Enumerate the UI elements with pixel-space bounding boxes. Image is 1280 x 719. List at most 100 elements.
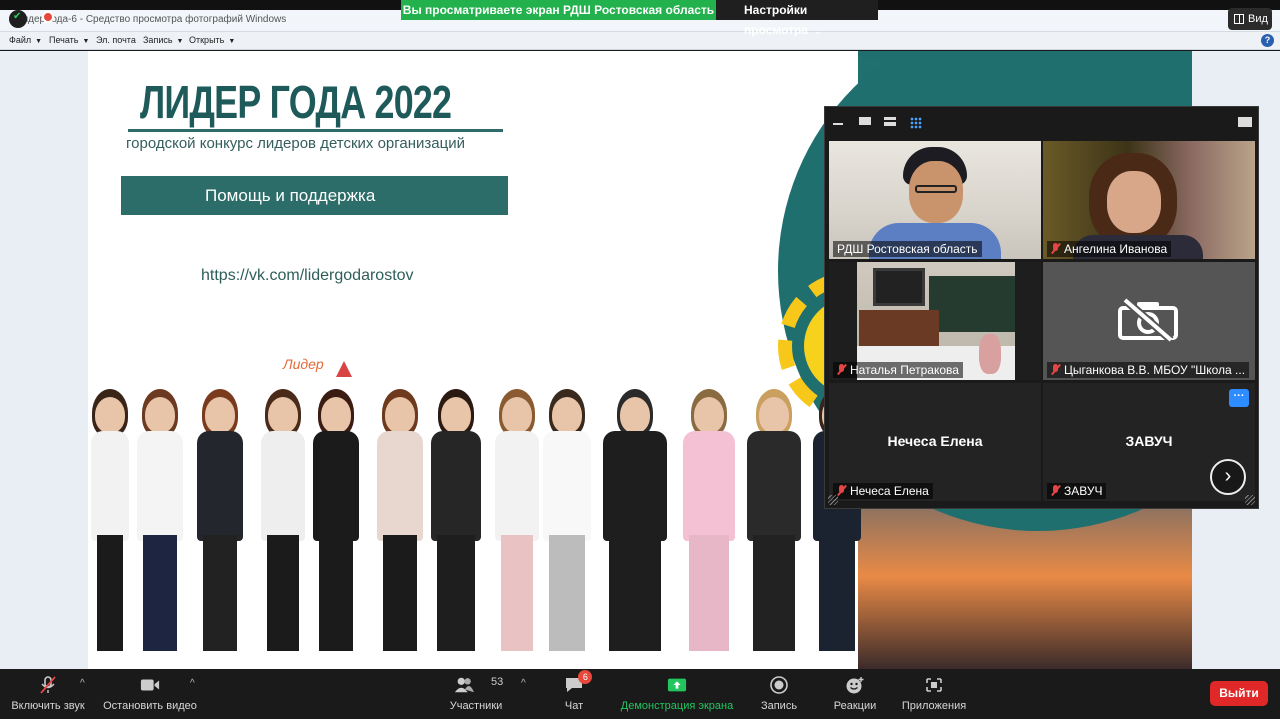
person-figure [540, 369, 594, 669]
unmute-button[interactable]: Включить звук [0, 669, 96, 719]
video-gallery-panel: РДШ Ростовская область Ангелина Иванова На… [824, 106, 1259, 509]
participants-label: Участники [449, 700, 503, 712]
chat-button[interactable]: 6 Чат [552, 669, 596, 719]
record-button[interactable]: Запись [754, 669, 804, 719]
help-support-box: Помощь и поддержка [121, 176, 508, 215]
exit-minimized-icon[interactable] [1238, 117, 1252, 127]
person-figure [258, 369, 308, 669]
person-figure [310, 369, 362, 669]
record-icon [770, 676, 788, 694]
participant-name: Наталья Петракова [850, 363, 959, 377]
participants-icon [454, 677, 474, 693]
thumbnail-view-icon[interactable] [859, 117, 871, 125]
reactions-button[interactable]: Реакции [828, 669, 882, 719]
resize-handle-right[interactable] [1245, 495, 1255, 505]
menu-burn-label: Запись [143, 35, 173, 45]
resize-handle-left[interactable] [828, 495, 838, 505]
chevron-down-icon: ▼ [82, 38, 90, 45]
menu-open-label: Открыть [189, 35, 225, 45]
reactions-smiley-icon [846, 677, 864, 694]
share-screen-label: Демонстрация экрана [620, 700, 734, 712]
participant-display-name: Нечеса Елена [887, 433, 983, 449]
participant-name-label: Ангелина Иванова [1047, 241, 1172, 257]
audio-options-caret[interactable]: ^ [80, 678, 85, 689]
participants-count: 53 [491, 676, 504, 688]
security-shield-icon[interactable] [9, 10, 27, 28]
view-options-label: Настройки просмотра [744, 3, 809, 37]
leave-button[interactable]: Выйти [1210, 681, 1268, 706]
person-figure [194, 369, 246, 669]
participant-name-label: РДШ Ростовская область [833, 241, 982, 257]
person-figure [600, 369, 670, 669]
speaker-view-icon[interactable] [884, 117, 896, 126]
camera-off-icon [1118, 298, 1178, 342]
menu-file[interactable]: Файл ▼ [9, 35, 42, 45]
participant-name-label: ЗАВУЧ [1047, 483, 1107, 499]
menu-print-label: Печать [49, 35, 79, 45]
next-page-button[interactable]: › [1210, 459, 1246, 495]
participant-tile[interactable]: Наталья Петракова [829, 262, 1041, 380]
participants-button[interactable]: 53 Участники [443, 669, 509, 719]
slide-subtitle: городской конкурс лидеров детских органи… [126, 135, 465, 152]
help-icon[interactable]: ? [1261, 34, 1274, 47]
person-figure [744, 369, 804, 669]
share-screen-icon [667, 678, 687, 692]
chat-label: Чат [564, 700, 584, 712]
reactions-label: Реакции [833, 700, 877, 712]
participant-tile[interactable]: Нечеса Елена Нечеса Елена [829, 383, 1041, 501]
menu-open[interactable]: Открыть ▼ [189, 35, 235, 45]
participant-name: Цыганкова В.В. МБОУ "Школа ... [1064, 363, 1246, 377]
person-figure [428, 369, 484, 669]
gallery-view-icon[interactable] [910, 117, 922, 129]
chevron-down-icon: ▼ [228, 38, 236, 45]
unmute-label: Включить звук [11, 700, 85, 712]
participant-tile[interactable]: Ангелина Иванова [1043, 141, 1255, 259]
menu-email[interactable]: Эл. почта [96, 35, 136, 45]
menu-file-label: Файл [9, 35, 32, 45]
microphone-muted-icon [40, 676, 56, 694]
mic-muted-icon [1051, 485, 1060, 496]
viewer-menubar: Файл ▼ Печать ▼ Эл. почта Запись ▼ Открыть ▼… [0, 32, 1280, 50]
apps-button[interactable]: Приложения [898, 669, 970, 719]
participant-name-label: Наталья Петракова [833, 362, 963, 378]
participant-name-label: Цыганкова В.В. МБОУ "Школа ... [1047, 362, 1250, 378]
sharing-banner: Вы просматриваете экран РДШ Ростовская о… [401, 0, 716, 20]
view-button[interactable]: Вид [1228, 8, 1272, 30]
participant-name: Нечеса Елена [850, 484, 929, 498]
menu-print[interactable]: Печать ▼ [49, 35, 89, 45]
participant-tile[interactable]: РДШ Ростовская область [829, 141, 1041, 259]
share-screen-button[interactable]: Демонстрация экрана [616, 669, 738, 719]
menu-burn[interactable]: Запись ▼ [143, 35, 183, 45]
mic-muted-icon [837, 364, 846, 375]
person-figure [374, 369, 426, 669]
view-options-dropdown[interactable]: Настройки просмотра ⌄ [716, 0, 878, 37]
minimize-icon[interactable] [833, 123, 843, 125]
view-button-label: Вид [1248, 13, 1268, 25]
chevron-down-icon: ⌄ [814, 26, 822, 36]
mic-muted-icon [837, 485, 846, 496]
participant-name: Ангелина Иванова [1064, 242, 1168, 256]
chevron-down-icon: ▼ [35, 38, 43, 45]
participants-options-caret[interactable]: ^ [521, 678, 526, 689]
stop-video-button[interactable]: Остановить видео [100, 669, 200, 719]
participant-tile[interactable]: Цыганкова В.В. МБОУ "Школа ... [1043, 262, 1255, 380]
more-options-button[interactable]: ··· [1229, 389, 1249, 407]
recording-icon [42, 11, 54, 23]
apps-label: Приложения [901, 700, 967, 712]
mic-muted-icon [1051, 243, 1060, 254]
video-options-caret[interactable]: ^ [190, 678, 195, 689]
gallery-toolbar [825, 107, 1258, 137]
person-figure [134, 369, 186, 669]
chevron-down-icon: ▼ [176, 38, 184, 45]
vk-link: https://vk.com/lidergodarostov [201, 267, 414, 284]
participant-name-label: Нечеса Елена [833, 483, 933, 499]
mic-muted-icon [1051, 364, 1060, 375]
person-figure [680, 369, 738, 669]
window-title: Лидер года-6 - Средство просмотра фотогр… [16, 14, 287, 25]
record-label: Запись [760, 700, 798, 712]
participant-name: РДШ Ростовская область [837, 242, 978, 256]
stop-video-label: Остановить видео [103, 700, 197, 712]
video-camera-icon [140, 679, 160, 691]
slide-title: ЛИДЕР ГОДА 2022 [140, 76, 452, 128]
slide-divider [128, 129, 503, 132]
